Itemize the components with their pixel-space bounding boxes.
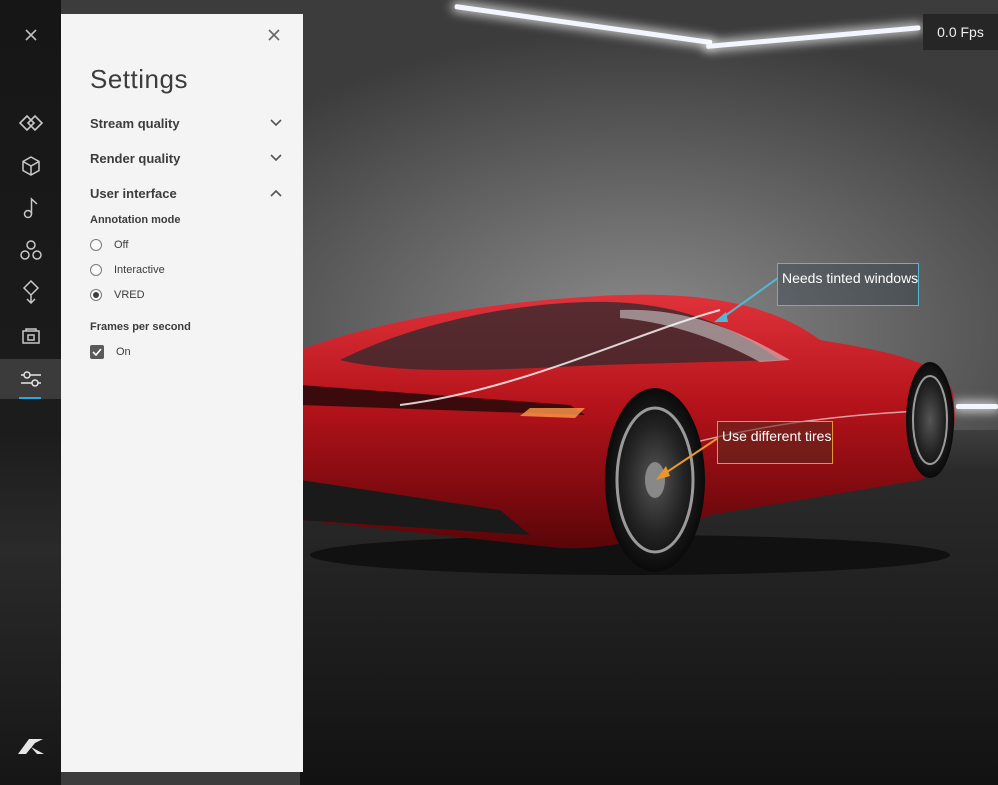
checkbox-label: On [116,346,131,358]
car-model[interactable] [300,280,960,580]
autodesk-logo-icon [17,739,44,754]
rail-annotations-button[interactable] [0,272,61,312]
section-label: Stream quality [90,115,180,131]
page-title: Settings [90,64,188,94]
annotation-mode-label: Annotation mode [90,214,181,226]
frames-per-second-label: Frames per second [90,321,191,333]
chevron-up-icon [270,189,282,197]
cube-icon [21,156,40,176]
ceiling-light [706,25,921,49]
section-user-interface[interactable]: User interface [90,183,282,203]
radio-button[interactable] [90,239,102,251]
rail-settings-button[interactable] [0,359,61,399]
autodesk-logo [0,726,61,766]
checkbox[interactable] [90,345,104,359]
radio-off[interactable]: Off [90,239,128,251]
section-label: Render quality [90,150,181,166]
views-icon [18,114,43,132]
music-note-icon [23,197,38,219]
tool-rail [0,0,61,785]
settings-panel: Settings Stream quality Render quality U… [61,14,303,772]
radio-label: Off [114,239,129,251]
ceiling-light [454,4,713,46]
radio-button[interactable] [90,289,102,301]
rail-viewpoints-button[interactable] [0,316,61,356]
annotation-pointer [656,437,719,480]
rail-close-button[interactable] [0,15,61,55]
section-stream-quality[interactable]: Stream quality [90,113,282,133]
annotation-label[interactable]: Use different tires [717,421,833,464]
close-icon[interactable] [267,28,281,42]
chevron-down-icon [270,119,282,127]
wall-light [956,404,998,409]
diamond-pin-icon [22,280,39,304]
camera-frame-icon [21,328,40,344]
fps-on-checkbox[interactable]: On [90,345,131,359]
fps-counter: 0.0 Fps [923,14,998,50]
radio-label: VRED [114,289,145,301]
variant-sets-icon [19,240,42,260]
rail-variant-sets-button[interactable] [0,230,61,270]
section-label: User interface [90,185,177,201]
annotation-label[interactable]: Needs tinted windows [777,263,919,306]
radio-interactive[interactable]: Interactive [90,264,165,276]
chevron-down-icon [270,154,282,162]
rail-sound-button[interactable] [0,188,61,228]
rail-scene-button[interactable] [0,146,61,186]
section-render-quality[interactable]: Render quality [90,148,282,168]
radio-vred[interactable]: VRED [90,289,145,301]
radio-button[interactable] [90,264,102,276]
radio-label: Interactive [114,264,165,276]
close-icon [24,29,37,41]
checkmark-icon [92,348,102,356]
settings-sliders-icon [20,371,41,387]
rail-views-button[interactable] [0,103,61,143]
